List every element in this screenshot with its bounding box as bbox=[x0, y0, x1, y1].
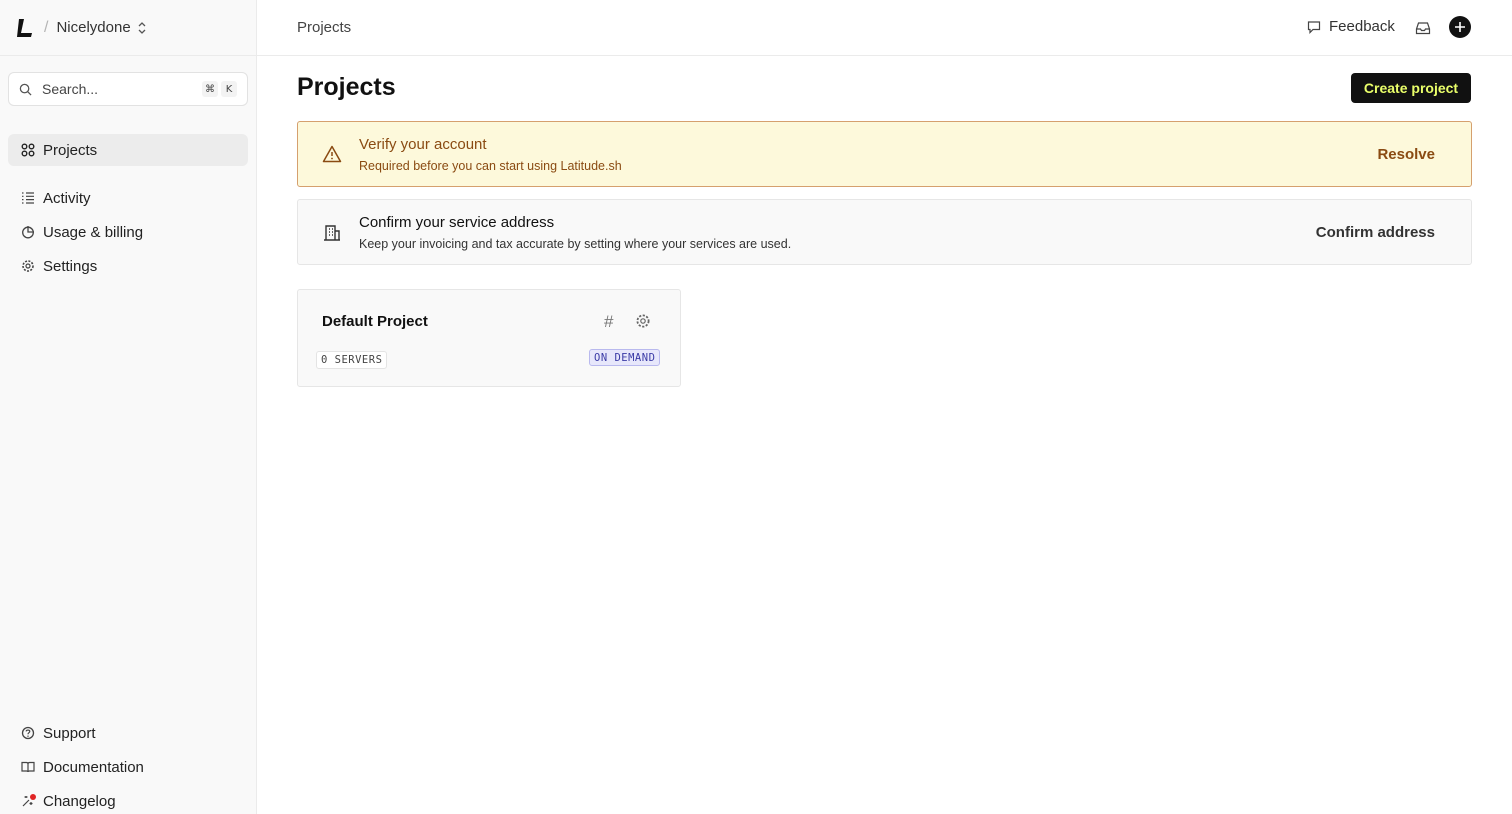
breadcrumb-separator: / bbox=[44, 18, 49, 36]
sidebar-item-label: Projects bbox=[43, 141, 98, 159]
search-icon bbox=[19, 83, 32, 96]
page-title: Projects bbox=[297, 73, 396, 101]
sidebar-item-settings[interactable]: Settings bbox=[8, 250, 248, 282]
search-input[interactable]: Search... ⌘ K bbox=[8, 72, 248, 106]
latitude-logo-icon bbox=[17, 18, 32, 37]
chevron-up-down-icon bbox=[138, 21, 146, 34]
shortcut-key-cmd: ⌘ bbox=[202, 81, 218, 97]
org-switcher[interactable]: / Nicelydone bbox=[0, 0, 256, 56]
search-placeholder: Search... bbox=[42, 81, 99, 97]
gear-icon bbox=[22, 260, 34, 272]
sidebar-item-label: Documentation bbox=[43, 758, 144, 776]
feedback-label: Feedback bbox=[1329, 18, 1395, 35]
changelog-notification-dot bbox=[30, 794, 36, 800]
book-icon bbox=[21, 761, 35, 773]
sidebar-item-activity[interactable]: Activity bbox=[8, 182, 248, 214]
gear-icon[interactable] bbox=[635, 313, 651, 329]
project-card[interactable]: Default Project # 0 SERVERS ON DEMAND bbox=[297, 289, 681, 387]
service-address-banner: Confirm your service address Keep your i… bbox=[297, 199, 1472, 265]
create-project-button[interactable]: Create project bbox=[1351, 73, 1471, 103]
pie-icon bbox=[22, 226, 34, 239]
new-resource-button[interactable] bbox=[1449, 16, 1471, 38]
plus-icon bbox=[1455, 22, 1465, 32]
breadcrumb: Projects bbox=[297, 19, 352, 36]
resolve-button[interactable]: Resolve bbox=[1377, 146, 1435, 163]
sidebar-item-label: Settings bbox=[43, 257, 98, 275]
verify-banner-title: Verify your account bbox=[359, 135, 487, 153]
sidebar: / Nicelydone Search... ⌘ K Projects Acti… bbox=[0, 0, 257, 814]
org-name: Nicelydone bbox=[56, 19, 131, 36]
feedback-button[interactable]: Feedback bbox=[1307, 18, 1395, 35]
servers-count-badge: 0 SERVERS bbox=[316, 351, 388, 369]
sidebar-item-label: Activity bbox=[43, 189, 91, 207]
message-icon bbox=[1307, 20, 1321, 34]
building-icon bbox=[324, 225, 340, 241]
sidebar-item-changelog[interactable]: Changelog bbox=[8, 785, 248, 814]
confirm-address-button[interactable]: Confirm address bbox=[1316, 224, 1435, 241]
sidebar-item-label: Changelog bbox=[43, 792, 116, 810]
verify-banner-subtitle: Required before you can start using Lati… bbox=[359, 158, 622, 173]
help-circle-icon bbox=[21, 726, 35, 740]
list-icon bbox=[22, 192, 34, 204]
sidebar-item-projects[interactable]: Projects bbox=[8, 134, 248, 166]
grid-icon bbox=[21, 143, 35, 157]
project-name: Default Project bbox=[322, 313, 428, 330]
sidebar-item-label: Usage & billing bbox=[43, 223, 144, 241]
sidebar-item-documentation[interactable]: Documentation bbox=[8, 751, 248, 783]
inbox-icon[interactable] bbox=[1415, 20, 1431, 36]
top-bar: Projects Feedback bbox=[257, 0, 1512, 56]
verify-account-banner: Verify your account Required before you … bbox=[297, 121, 1472, 187]
plan-badge: ON DEMAND bbox=[589, 349, 661, 366]
sidebar-item-support[interactable]: Support bbox=[8, 717, 248, 749]
sidebar-item-label: Support bbox=[43, 724, 96, 742]
address-banner-title: Confirm your service address bbox=[359, 213, 555, 231]
hash-icon[interactable]: # bbox=[604, 312, 613, 332]
warning-triangle-icon bbox=[322, 145, 342, 163]
shortcut-key-k: K bbox=[221, 81, 237, 97]
address-banner-subtitle: Keep your invoicing and tax accurate by … bbox=[359, 236, 792, 251]
sidebar-item-usage-billing[interactable]: Usage & billing bbox=[8, 216, 248, 248]
